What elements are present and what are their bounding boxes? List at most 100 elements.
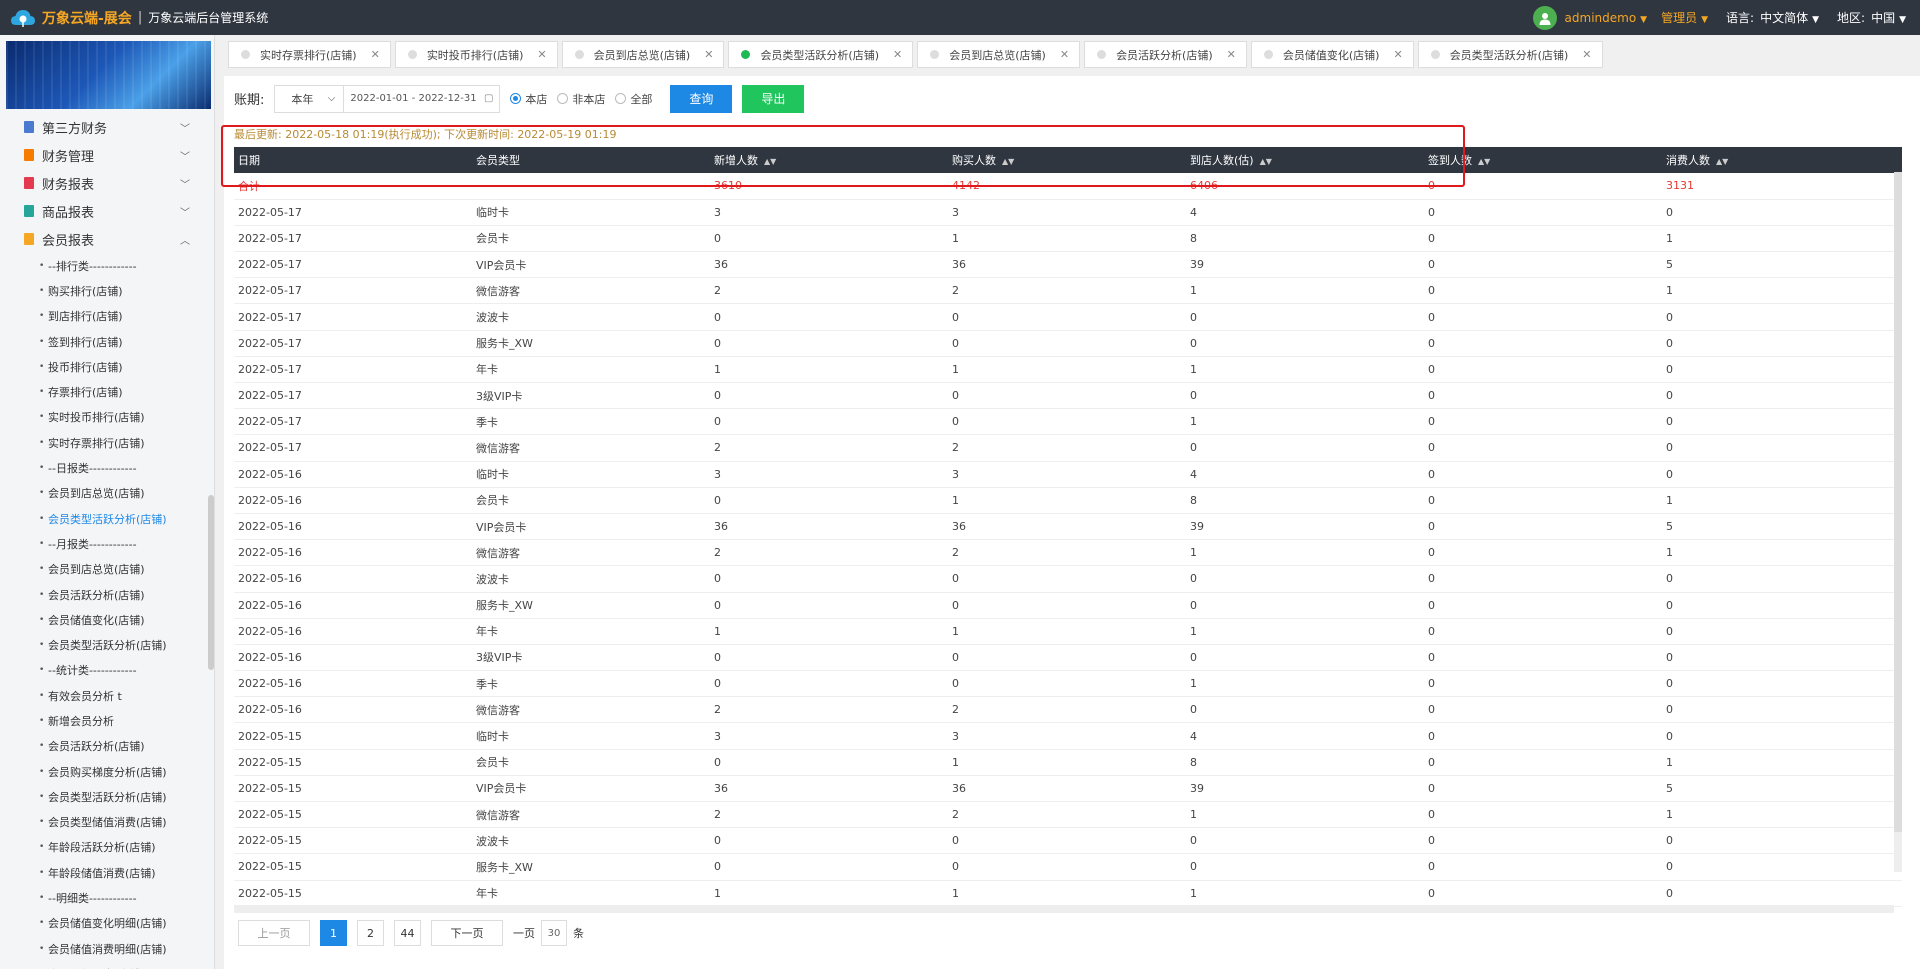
table-cell: 1 bbox=[710, 880, 948, 907]
sidebar-item[interactable]: 会员类型活跃分析(店铺) bbox=[0, 784, 214, 809]
close-icon[interactable]: ✕ bbox=[371, 48, 380, 61]
column-header[interactable]: 消费人数 ▲▼ bbox=[1662, 147, 1902, 173]
tab-4[interactable]: 会员到店总览(店铺) ✕ bbox=[917, 41, 1081, 68]
sidebar-item[interactable]: 会员类型活跃分析(店铺) bbox=[0, 632, 214, 657]
close-icon[interactable]: ✕ bbox=[704, 48, 713, 61]
tab-3[interactable]: 会员类型活跃分析(店铺) ✕ bbox=[728, 41, 914, 68]
date-range-input[interactable]: 2022-01-01 - 2022-12-31 ▢ bbox=[344, 84, 501, 113]
page-button-2[interactable]: 2 bbox=[357, 920, 384, 946]
sidebar-item-label: 新增会员分析 bbox=[48, 714, 114, 728]
close-icon[interactable]: ✕ bbox=[1582, 48, 1591, 61]
tab-2[interactable]: 会员到店总览(店铺) ✕ bbox=[561, 41, 725, 68]
sidebar-group-3[interactable]: 商品报表 ﹀ bbox=[0, 197, 214, 225]
date-range-value: 2022-01-01 - 2022-12-31 bbox=[350, 93, 477, 104]
sidebar-item[interactable]: 新增会员分析 bbox=[0, 708, 214, 733]
tab-0[interactable]: 实时存票排行(店铺) ✕ bbox=[228, 41, 391, 68]
close-icon[interactable]: ✕ bbox=[893, 48, 902, 61]
sort-icon[interactable]: ▲▼ bbox=[1478, 157, 1490, 166]
sidebar-item[interactable]: 会员储值变化(店铺) bbox=[0, 607, 214, 632]
region-selector[interactable]: 中国 ▼ bbox=[1871, 9, 1906, 26]
table-cell: 0 bbox=[1186, 303, 1424, 331]
sidebar-item[interactable]: 投币排行(店铺) bbox=[0, 354, 214, 379]
sort-icon[interactable]: ▲▼ bbox=[1260, 157, 1272, 166]
column-header[interactable]: 购买人数 ▲▼ bbox=[948, 147, 1186, 173]
sidebar-item[interactable]: 会员储值变化明细(店铺) bbox=[0, 911, 214, 936]
report-icon bbox=[24, 121, 34, 133]
table-cell: 0 bbox=[1186, 382, 1424, 410]
sort-icon[interactable]: ▲▼ bbox=[764, 157, 776, 166]
sidebar-scrollbar[interactable] bbox=[208, 495, 214, 670]
sidebar-item[interactable]: 实时投币排行(店铺) bbox=[0, 405, 214, 430]
scrollbar-thumb[interactable] bbox=[1894, 172, 1902, 832]
export-button[interactable]: 导出 bbox=[742, 84, 805, 113]
sidebar-item[interactable]: 会员类型活跃分析(店铺) bbox=[0, 505, 214, 532]
per-page-input[interactable]: 30 bbox=[541, 920, 567, 946]
close-icon[interactable]: ✕ bbox=[537, 48, 546, 61]
tab-1[interactable]: 实时投币排行(店铺) ✕ bbox=[394, 41, 558, 68]
table-cell: 1 bbox=[1186, 801, 1424, 829]
sidebar-group-2[interactable]: 财务报表 ﹀ bbox=[0, 169, 214, 197]
sidebar-item[interactable]: 会员到店总览(店铺) bbox=[0, 557, 214, 582]
sidebar-item[interactable]: 会员购买梯度分析(店铺) bbox=[0, 759, 214, 784]
close-icon[interactable]: ✕ bbox=[1060, 48, 1069, 61]
tab-5[interactable]: 会员活跃分析(店铺) ✕ bbox=[1084, 41, 1247, 68]
sidebar-item[interactable]: 会员类型储值消费(店铺) bbox=[0, 810, 214, 835]
column-header[interactable]: 到店人数(估) ▲▼ bbox=[1186, 147, 1424, 173]
table-cell: 0 bbox=[1662, 408, 1902, 436]
table-cell: 微信游客 bbox=[472, 539, 710, 567]
table-row: 2022-05-17 波波卡 0 0 0 0 0 bbox=[234, 303, 1902, 331]
scope-radio-0[interactable]: 本店 bbox=[510, 91, 547, 107]
sidebar-item[interactable]: 年龄段储值消费(店铺) bbox=[0, 860, 214, 885]
language-selector[interactable]: 中文简体 ▼ bbox=[1760, 9, 1819, 26]
scope-radio-2[interactable]: 全部 bbox=[615, 91, 652, 107]
sidebar-item[interactable]: 到店排行(店铺) bbox=[0, 304, 214, 329]
table-cell: 0 bbox=[948, 670, 1186, 698]
table-cell: 2022-05-16 bbox=[234, 592, 472, 619]
table-cell: 4 bbox=[1186, 722, 1424, 750]
sort-icon[interactable]: ▲▼ bbox=[1002, 157, 1014, 166]
sidebar-item[interactable]: 存票排行(店铺) bbox=[0, 379, 214, 404]
logo[interactable]: 万象云端-展会 | 万象云端后台管理系统 bbox=[10, 8, 268, 28]
sidebar-item[interactable]: 实时存票排行(店铺) bbox=[0, 430, 214, 455]
sort-icon[interactable]: ▲▼ bbox=[1716, 157, 1728, 166]
column-header[interactable]: 签到人数 ▲▼ bbox=[1424, 147, 1662, 173]
prev-page-button[interactable]: 上一页 bbox=[238, 920, 310, 946]
sidebar-item[interactable]: 会员储值消费明细(店铺) bbox=[0, 936, 214, 961]
sidebar-group-1[interactable]: 财务管理 ﹀ bbox=[0, 141, 214, 169]
sidebar-item[interactable]: 会员活跃分析(店铺) bbox=[0, 582, 214, 607]
sidebar-item[interactable]: 签到排行(店铺) bbox=[0, 329, 214, 354]
chevron-down-icon: ▼ bbox=[1812, 15, 1820, 25]
avatar[interactable] bbox=[1532, 5, 1557, 30]
close-icon[interactable]: ✕ bbox=[1393, 48, 1402, 61]
table-cell: 1 bbox=[1186, 539, 1424, 567]
sidebar-item[interactable]: 会员到店总览(店铺) bbox=[0, 481, 214, 506]
period-select[interactable]: 本年 ⌵ bbox=[274, 84, 345, 113]
table-row: 2022-05-15 年卡 1 1 1 0 0 bbox=[234, 880, 1902, 907]
scope-radio-1[interactable]: 非本店 bbox=[557, 91, 605, 107]
sidebar-item[interactable]: 年龄段活跃分析(店铺) bbox=[0, 835, 214, 860]
page-button-1[interactable]: 1 bbox=[320, 920, 347, 946]
column-header[interactable]: 新增人数 ▲▼ bbox=[710, 147, 948, 173]
table-horizontal-scrollbar[interactable] bbox=[234, 905, 1894, 913]
page-button-44[interactable]: 44 bbox=[394, 920, 421, 946]
sidebar-group-4[interactable]: 会员报表 ︿ bbox=[0, 225, 214, 253]
query-button[interactable]: 查询 bbox=[670, 84, 733, 113]
table-cell: 2 bbox=[948, 539, 1186, 567]
tab-7[interactable]: 会员类型活跃分析(店铺) ✕ bbox=[1417, 41, 1603, 68]
table-cell: 2 bbox=[948, 696, 1186, 724]
sidebar-item[interactable]: 会员升级历史(店铺) bbox=[0, 961, 214, 969]
close-icon[interactable]: ✕ bbox=[1227, 48, 1236, 61]
role-menu[interactable]: 管理员 ▼ bbox=[1661, 9, 1708, 26]
table-vertical-scrollbar[interactable] bbox=[1894, 172, 1902, 872]
chevron-down-icon: ﹀ bbox=[180, 179, 190, 191]
next-page-button[interactable]: 下一页 bbox=[431, 920, 503, 946]
sidebar-item[interactable]: 会员活跃分析(店铺) bbox=[0, 734, 214, 759]
tab-6[interactable]: 会员储值变化(店铺) ✕ bbox=[1250, 41, 1414, 68]
sidebar-item[interactable]: 有效会员分析 t bbox=[0, 683, 214, 708]
user-name: admindemo bbox=[1564, 10, 1637, 25]
user-menu[interactable]: admindemo ▼ bbox=[1565, 11, 1648, 25]
sidebar-group-0[interactable]: 第三方财务 ﹀ bbox=[0, 113, 214, 141]
sidebar-item[interactable]: 购买排行(店铺) bbox=[0, 278, 214, 303]
user-icon bbox=[1539, 12, 1551, 25]
table-cell: 0 bbox=[1424, 775, 1662, 803]
